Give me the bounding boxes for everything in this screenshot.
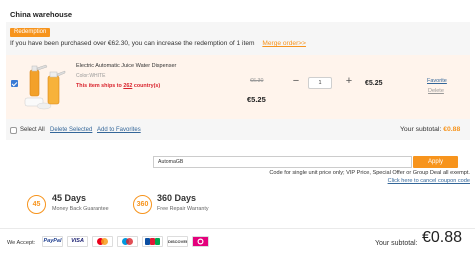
money-back-subtitle: Money Back Guarantee [52,206,109,212]
redemption-badge: Redemption [10,28,51,37]
item-subtotal: €5.25 [365,80,383,87]
ships-prefix: This item ships to [76,83,124,89]
grand-total-amount: €0.88 [422,229,463,246]
paypal-icon: PayPal [42,236,63,247]
quantity-decrease-button[interactable]: − [291,75,301,87]
merge-order-link[interactable]: Merge order>> [262,40,306,47]
delete-link[interactable]: Delete [428,88,444,94]
product-image[interactable] [22,62,68,112]
we-accept-label: We Accept: [7,240,36,246]
delete-selected-link[interactable]: Delete Selected [50,127,92,133]
maestro-icon [117,236,138,247]
mastercard-icon [92,236,113,247]
warranty-icon: 360 [133,195,152,214]
select-all-checkbox[interactable] [10,127,17,134]
unit-price: €5.25 [247,95,266,104]
warehouse-subtotal: Your subtotal: €0.88 [400,126,460,133]
jcb-icon [142,236,163,247]
warranty-subtitle: Free Repair Warranty [157,206,209,212]
dinersclub-icon [192,236,209,247]
cancel-coupon-link[interactable]: Click here to cancel coupon code [388,178,470,184]
select-all-label[interactable]: Select All [20,127,45,133]
money-back-title: 45 Days [52,193,87,203]
warehouse-subtotal-label: Your subtotal: [400,126,444,133]
shipping-note: This item ships to 262 country(s) [76,83,160,89]
redemption-text: If you have been purchased over €62.30, … [10,40,255,47]
coupon-note: Code for single unit price only; VIP Pri… [269,170,470,176]
redemption-message: If you have been purchased over €62.30, … [10,40,306,47]
money-back-icon: 45 [27,195,46,214]
original-price: €6.30 [250,78,264,84]
warehouse-title: China warehouse [10,10,73,19]
warehouse-subtotal-amount: €0.88 [443,126,461,133]
ships-suffix: country(s) [132,83,161,89]
apply-coupon-button[interactable]: Apply [413,156,458,168]
item-checkbox[interactable] [11,80,18,87]
ships-count-link[interactable]: 262 [123,83,132,89]
coupon-input[interactable]: AutomaGB [153,156,412,168]
visa-icon: VISA [67,236,88,247]
product-name[interactable]: Electric Automatic Juice Water Dispenser [76,63,176,69]
favorite-link[interactable]: Favorite [427,78,447,84]
quantity-increase-button[interactable]: + [344,75,354,87]
footer-divider [0,228,475,229]
grand-total-label: Your subtotal: [375,240,418,247]
quantity-input[interactable]: 1 [308,77,332,89]
product-color: Color:WHITE [76,73,106,79]
add-to-favorites-link[interactable]: Add to Favorites [97,127,141,133]
discover-icon: DISCOVER [167,236,188,247]
warranty-title: 360 Days [157,193,197,203]
